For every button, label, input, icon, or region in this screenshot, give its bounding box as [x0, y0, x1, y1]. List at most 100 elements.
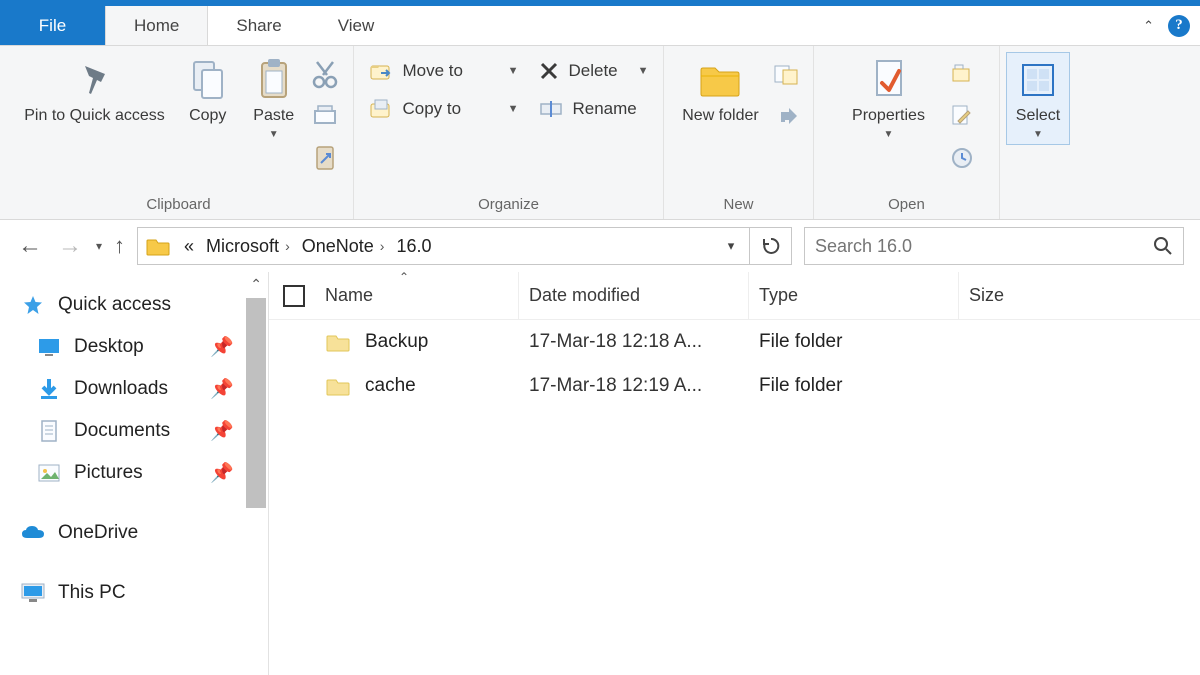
sidebar-label: Desktop	[74, 336, 144, 358]
refresh-icon	[761, 236, 781, 256]
folder-icon	[144, 234, 172, 258]
tab-share[interactable]: Share	[208, 6, 309, 45]
paste-button[interactable]: Paste ▼	[242, 52, 306, 145]
search-input[interactable]	[815, 236, 1173, 257]
column-name[interactable]: ⌃ Name	[269, 272, 519, 319]
pin-label: Pin to Quick access	[24, 107, 165, 125]
delete-button[interactable]: Delete ▼	[529, 52, 659, 90]
help-icon[interactable]: ?	[1168, 15, 1190, 37]
copy-button[interactable]: Copy	[176, 52, 240, 130]
open-button[interactable]	[945, 54, 979, 94]
cut-button[interactable]	[308, 54, 342, 94]
address-dropdown[interactable]: ▾	[717, 228, 745, 264]
paste-shortcut-button[interactable]	[308, 138, 342, 178]
new-folder-button[interactable]: New folder	[673, 52, 767, 130]
forward-button[interactable]: →	[56, 232, 84, 260]
open-icon	[949, 61, 975, 87]
table-row[interactable]: cache 17-Mar-18 12:19 A... File folder	[269, 364, 1200, 408]
file-type: File folder	[749, 331, 959, 353]
rename-icon	[539, 99, 563, 119]
file-date: 17-Mar-18 12:18 A...	[519, 331, 749, 353]
copy-path-icon	[312, 102, 338, 130]
move-to-button[interactable]: Move to ▼	[359, 52, 529, 90]
sidebar-this-pc[interactable]: This PC	[12, 572, 268, 614]
copy-icon	[188, 57, 228, 103]
rename-button[interactable]: Rename	[529, 90, 659, 128]
edit-icon	[950, 103, 974, 129]
new-item-button[interactable]	[770, 54, 804, 94]
scrollbar-thumb[interactable]	[246, 298, 266, 508]
properties-button[interactable]: Properties ▼	[835, 52, 943, 145]
copy-to-icon	[369, 97, 393, 121]
select-button[interactable]: Select ▼	[1006, 52, 1070, 145]
column-type[interactable]: Type	[749, 272, 959, 319]
sidebar-desktop[interactable]: Desktop 📌	[12, 326, 268, 368]
table-row[interactable]: Backup 17-Mar-18 12:18 A... File folder	[269, 320, 1200, 364]
pin-icon	[75, 57, 115, 103]
breadcrumb-item[interactable]: 16.0	[390, 228, 437, 264]
back-button[interactable]: ←	[16, 232, 44, 260]
column-label: Name	[325, 285, 373, 306]
select-all-checkbox[interactable]	[283, 285, 305, 307]
breadcrumb-prefix[interactable]: «	[178, 228, 200, 264]
pin-icon: 📌	[210, 377, 234, 401]
easy-access-button[interactable]	[770, 96, 804, 136]
ribbon-group-clipboard: Pin to Quick access Copy Paste ▼	[4, 46, 354, 219]
address-bar[interactable]: « Microsoft› OneNote› 16.0 ▾	[137, 227, 792, 265]
sidebar-label: Documents	[74, 420, 170, 442]
copy-to-button[interactable]: Copy to ▼	[359, 90, 529, 128]
sidebar-downloads[interactable]: Downloads 📌	[12, 368, 268, 410]
select-label: Select	[1016, 107, 1060, 125]
pin-to-quick-access-button[interactable]: Pin to Quick access	[15, 52, 174, 130]
move-to-icon	[369, 59, 393, 83]
search-box[interactable]	[804, 227, 1184, 265]
history-button[interactable]	[945, 138, 979, 178]
breadcrumb-item[interactable]: Microsoft›	[200, 228, 296, 264]
sidebar-label: OneDrive	[58, 522, 138, 544]
properties-label: Properties	[852, 107, 925, 125]
sidebar-label: Quick access	[58, 294, 171, 316]
rename-label: Rename	[573, 99, 649, 119]
address-bar-row: ← → ▾ ↑ « Microsoft› OneNote› 16.0 ▾	[0, 220, 1200, 272]
select-icon	[1019, 57, 1057, 103]
ribbon: Pin to Quick access Copy Paste ▼	[0, 46, 1200, 220]
pin-icon: 📌	[210, 419, 234, 443]
copy-path-button[interactable]	[308, 96, 342, 136]
breadcrumb-label: Microsoft	[206, 236, 279, 257]
delete-x-icon	[539, 61, 559, 81]
onedrive-icon	[20, 524, 46, 542]
pin-icon: 📌	[210, 461, 234, 485]
sidebar-documents[interactable]: Documents 📌	[12, 410, 268, 452]
column-label: Date modified	[529, 285, 640, 306]
column-date[interactable]: Date modified	[519, 272, 749, 319]
delete-label: Delete	[569, 61, 628, 81]
chevron-down-icon: ▼	[508, 65, 519, 77]
properties-icon	[869, 57, 909, 103]
up-button[interactable]: ↑	[114, 233, 125, 259]
tab-view[interactable]: View	[310, 6, 403, 45]
recent-locations-button[interactable]: ▾	[96, 239, 102, 253]
sidebar-pictures[interactable]: Pictures 📌	[12, 452, 268, 494]
tab-home[interactable]: Home	[105, 6, 208, 45]
folder-icon	[697, 57, 743, 103]
file-type: File folder	[749, 375, 959, 397]
refresh-button[interactable]	[749, 228, 791, 264]
sidebar-label: This PC	[58, 582, 126, 604]
new-group-label: New	[723, 196, 753, 217]
scroll-up-icon[interactable]: ⌃	[250, 276, 262, 293]
documents-icon	[36, 419, 62, 443]
file-name: cache	[365, 375, 416, 397]
this-pc-icon	[20, 582, 46, 604]
breadcrumb-item[interactable]: OneNote›	[296, 228, 391, 264]
collapse-ribbon-icon[interactable]: ⌃	[1143, 18, 1154, 34]
sidebar-quick-access[interactable]: Quick access	[12, 284, 268, 326]
desktop-icon	[36, 337, 62, 357]
paste-shortcut-icon	[313, 143, 337, 173]
chevron-down-icon: ▼	[508, 103, 519, 115]
sidebar-onedrive[interactable]: OneDrive	[12, 512, 268, 554]
edit-button[interactable]	[945, 96, 979, 136]
column-size[interactable]: Size	[959, 272, 1200, 319]
chevron-right-icon: ›	[380, 238, 385, 254]
file-date: 17-Mar-18 12:19 A...	[519, 375, 749, 397]
tab-file[interactable]: File	[0, 6, 105, 45]
